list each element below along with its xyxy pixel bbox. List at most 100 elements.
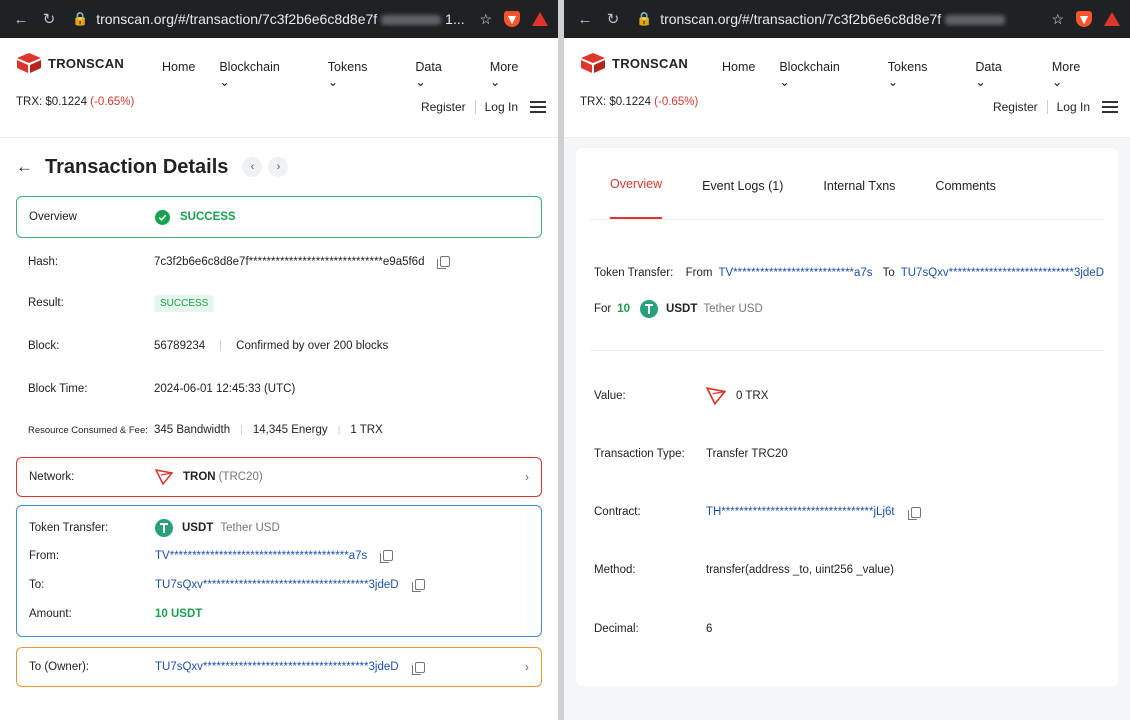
bandwidth-value: 345 Bandwidth xyxy=(154,424,231,436)
token-symbol[interactable]: USDT xyxy=(182,522,213,534)
copy-icon[interactable] xyxy=(437,256,451,269)
value-row: Value: 0 TRX xyxy=(590,351,1104,441)
decimal-value: 6 xyxy=(706,623,713,635)
to-address[interactable]: TU7sQxv****************************3jdeD xyxy=(901,267,1104,279)
tron-logo-icon xyxy=(155,469,173,485)
network-standard: (TRC20) xyxy=(218,471,263,483)
page-titlebar: ← Transaction Details ‹ › xyxy=(0,138,558,196)
login-link[interactable]: Log In xyxy=(1057,100,1090,114)
from-label: From: xyxy=(29,549,60,562)
amount-label: Amount: xyxy=(29,607,72,620)
menu-home[interactable]: Home xyxy=(162,60,195,89)
from-word: From xyxy=(685,267,713,279)
prev-tx-button[interactable]: ‹ xyxy=(242,157,263,177)
back-arrow-icon[interactable]: ← xyxy=(16,157,33,177)
type-value: Transfer TRC20 xyxy=(706,448,788,460)
brave-shield-icon[interactable]: ▼ xyxy=(504,11,520,27)
logo-text: TRONSCAN xyxy=(48,55,125,71)
menu-blockchain[interactable]: Blockchain ⌄ xyxy=(779,60,863,89)
tab-overview[interactable]: Overview xyxy=(610,177,663,219)
bookmark-star-icon[interactable]: ☆ xyxy=(479,11,492,28)
page-title: Transaction Details xyxy=(45,155,229,178)
transaction-details: Overview SUCCESS Hash: 7c3f2b6e6c8d8e7f*… xyxy=(0,196,558,720)
back-arrow-icon[interactable]: ← xyxy=(10,11,32,28)
price-change: (-0.65%) xyxy=(654,96,699,108)
to-address[interactable]: TU7sQxv*********************************… xyxy=(155,579,399,591)
copy-icon[interactable] xyxy=(907,506,921,520)
result-row: Result: SUCCESS xyxy=(16,285,542,321)
owner-address[interactable]: TU7sQxv*********************************… xyxy=(155,661,399,673)
from-address[interactable]: TV**************************************… xyxy=(155,550,367,562)
menu-tokens[interactable]: Tokens ⌄ xyxy=(888,60,952,89)
hash-value: 7c3f2b6e6c8d8e7f************************… xyxy=(154,255,425,268)
bookmark-star-icon[interactable]: ☆ xyxy=(1051,11,1064,28)
type-label: Transaction Type: xyxy=(594,448,685,460)
block-number[interactable]: 56789234 xyxy=(154,340,205,352)
success-check-icon xyxy=(155,209,170,225)
method-value: transfer(address _to, uint256 _value) xyxy=(706,564,894,576)
lock-icon: 🔒 xyxy=(636,11,653,26)
next-tx-button[interactable]: › xyxy=(268,157,289,177)
menu-blockchain[interactable]: Blockchain ⌄ xyxy=(219,60,303,89)
menu-tokens[interactable]: Tokens ⌄ xyxy=(328,60,392,89)
hamburger-menu-icon[interactable] xyxy=(530,98,546,116)
tronscan-logo[interactable]: TRONSCAN xyxy=(16,52,124,74)
contract-address[interactable]: TH**********************************jLj6… xyxy=(706,506,895,518)
owner-label: To (Owner): xyxy=(29,661,90,673)
block-confirmations: Confirmed by over 200 blocks xyxy=(236,340,389,352)
amount-row: Amount: 10 USDT xyxy=(29,599,529,628)
overview-box: Overview SUCCESS xyxy=(16,196,542,238)
brave-shield-icon[interactable]: ▼ xyxy=(1076,11,1092,27)
copy-icon[interactable] xyxy=(411,661,425,675)
trx-price: TRX: $0.1224 (-0.65%) xyxy=(16,96,135,108)
decimal-label: Decimal: xyxy=(594,623,639,635)
tab-comments[interactable]: Comments xyxy=(935,179,995,219)
register-link[interactable]: Register xyxy=(993,100,1038,114)
tether-icon xyxy=(155,518,173,537)
hash-row: Hash: 7c3f2b6e6c8d8e7f******************… xyxy=(16,238,542,285)
address-bar[interactable]: tronscan.org/#/transaction/7c3f2b6e6c8d8… xyxy=(660,11,1039,27)
network-box[interactable]: Network: TRON (TRC20) › xyxy=(16,457,542,497)
reload-icon[interactable]: ↻ xyxy=(38,10,60,28)
to-word: To xyxy=(882,267,895,279)
copy-icon[interactable] xyxy=(380,550,394,564)
token-symbol[interactable]: USDT xyxy=(666,303,697,315)
energy-value: 14,345 Energy xyxy=(252,424,328,436)
resource-label: Resource Consumed & Fee: xyxy=(28,424,148,436)
main-menu: Home Blockchain ⌄ Tokens ⌄ Data ⌄ More ⌄ xyxy=(162,60,558,89)
menu-data[interactable]: Data ⌄ xyxy=(975,60,1027,89)
tab-event-logs[interactable]: Event Logs (1) xyxy=(702,179,783,219)
block-time-row: Block Time: 2024-06-01 12:45:33 (UTC) xyxy=(16,371,542,407)
reload-icon[interactable]: ↻ xyxy=(602,10,624,28)
block-label: Block: xyxy=(28,340,60,352)
url-text: tronscan.org/#/transaction/7c3f2b6e6c8d8… xyxy=(660,11,942,27)
value-label: Value: xyxy=(594,390,626,402)
url-suffix: 1... xyxy=(445,11,465,27)
hash-label: Hash: xyxy=(28,255,59,268)
menu-home[interactable]: Home xyxy=(722,60,755,89)
login-link[interactable]: Log In xyxy=(485,100,518,114)
chevron-right-icon: › xyxy=(525,660,529,674)
menu-data[interactable]: Data ⌄ xyxy=(415,60,465,89)
fee-value: 1 TRX xyxy=(350,424,383,436)
menu-more[interactable]: More ⌄ xyxy=(490,60,542,89)
from-address[interactable]: TV***************************a7s xyxy=(718,267,872,279)
menu-more[interactable]: More ⌄ xyxy=(1052,60,1106,89)
copy-icon[interactable] xyxy=(411,579,425,593)
owner-box[interactable]: To (Owner): TU7sQxv*********************… xyxy=(16,647,542,687)
resource-row: Resource Consumed & Fee: 345 Bandwidth |… xyxy=(28,424,383,436)
block-time-value: 2024-06-01 12:45:33 (UTC) xyxy=(154,383,296,395)
contract-row: Contract: TH****************************… xyxy=(590,467,1104,557)
hamburger-menu-icon[interactable] xyxy=(1102,98,1118,116)
for-word: For xyxy=(594,303,612,315)
brave-rewards-icon[interactable] xyxy=(1104,12,1120,26)
brave-rewards-icon[interactable] xyxy=(532,12,548,26)
register-link[interactable]: Register xyxy=(421,100,466,114)
address-bar[interactable]: tronscan.org/#/transaction/7c3f2b6e6c8d8… xyxy=(96,11,467,27)
tab-internal-txns[interactable]: Internal Txns xyxy=(823,179,895,219)
url-redaction xyxy=(945,15,1006,26)
tronscan-logo[interactable]: TRONSCAN xyxy=(580,52,688,74)
tether-icon xyxy=(640,300,659,318)
back-arrow-icon[interactable]: ← xyxy=(574,11,596,28)
site-header: TRONSCAN Home Blockchain ⌄ Tokens ⌄ Data… xyxy=(0,38,558,138)
